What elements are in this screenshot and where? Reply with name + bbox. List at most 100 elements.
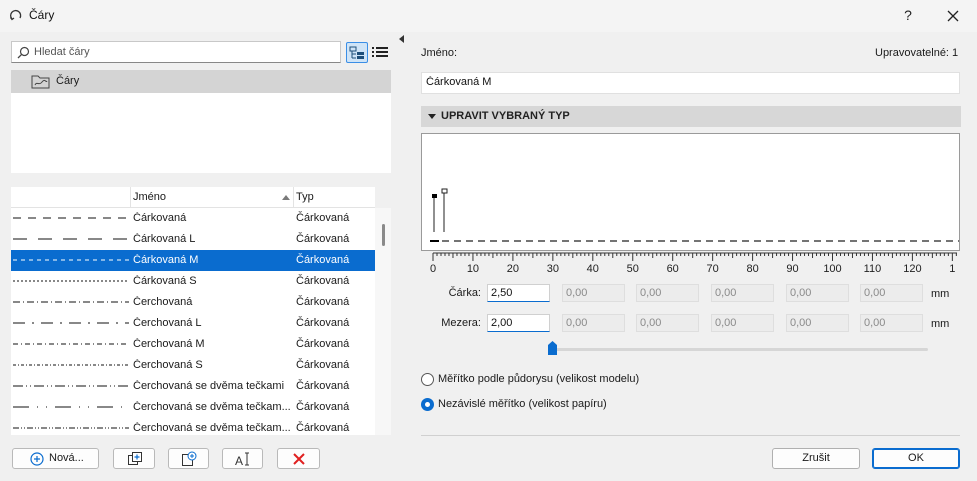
line-pattern-preview-icon [13,385,129,387]
list-item-type: Čárkovaná [296,338,350,350]
dash-input-1[interactable] [491,287,545,299]
delete-icon [293,453,305,465]
slider-handle[interactable] [548,341,557,355]
cancel-button[interactable]: Zrušit [772,448,860,469]
list-item[interactable]: Čárkovaná M Čárkovaná [11,250,375,271]
search-input[interactable] [34,44,334,60]
tree-item-label: Čáry [56,75,80,87]
ruler-tick-label: 80 [746,263,758,275]
gap-handle[interactable] [441,188,448,194]
list-item[interactable]: Čerchovaná M Čárkovaná [11,334,375,355]
list-item-type: Čárkovaná [296,254,350,266]
list-item[interactable]: Čerchovaná se dvěma tečkam... Čárkovaná [11,397,375,418]
dash-field-5 [786,284,849,302]
dash-input-3 [640,287,694,299]
tree-view-button[interactable] [346,42,368,63]
ruler-tick-label: 100 [823,263,841,275]
gap-input-6 [864,317,918,329]
dash-unit: mm [931,288,950,300]
list-item[interactable]: Čerchovaná Čárkovaná [11,292,375,313]
ok-button[interactable]: OK [872,448,960,469]
close-button[interactable] [939,4,967,28]
new-line-button[interactable]: Nová... [12,448,99,469]
list-view-icon [372,47,388,57]
gap-input-5 [790,317,844,329]
tree-view-icon [349,46,364,59]
import-button[interactable] [168,448,209,469]
line-pattern-preview-icon [13,406,129,408]
column-header-type[interactable]: Typ [296,191,314,203]
gap-field-2 [562,314,625,332]
rename-icon: A [235,452,249,467]
ruler-tick-label: 70 [707,263,719,275]
list-item[interactable]: Čerchovaná L Čárkovaná [11,313,375,334]
section-title: UPRAVIT VYBRANÝ TYP [441,110,570,122]
list-item[interactable]: Čerchovaná se dvěma tečkami Čárkovaná [11,376,375,397]
duplicate-button[interactable] [113,448,155,469]
list-scrollbar[interactable] [375,208,391,435]
gap-label: Mezera: [441,317,481,329]
list-item-type: Čárkovaná [296,380,350,392]
ruler-tick-label: 0 [430,263,436,275]
import-icon [182,451,197,466]
gap-input-4 [715,317,769,329]
help-button[interactable]: ? [897,4,919,26]
ruler-tick-label: 60 [667,263,679,275]
dash-field-6 [860,284,923,302]
line-pattern-preview-icon [13,322,129,324]
list-item[interactable]: Čerchovaná S Čárkovaná [11,355,375,376]
list-item-name: Čerchovaná M [133,338,205,350]
edit-section-header[interactable]: UPRAVIT VYBRANÝ TYP [421,106,961,127]
radio-model-scale-button[interactable] [421,373,434,386]
column-separator[interactable] [130,187,131,208]
list-item-name: Čárkovaná S [133,275,197,287]
duplicate-icon [128,452,142,465]
ruler-tick-label: 50 [627,263,639,275]
ruler-tick-label: 40 [587,263,599,275]
list-item[interactable]: Čárkovaná Čárkovaná [11,208,375,229]
list-item[interactable]: Čárkovaná S Čárkovaná [11,271,375,292]
list-item-name: Čárkovaná M [133,254,199,266]
delete-button[interactable] [277,448,320,469]
list-item-type: Čárkovaná [296,359,350,371]
mm-ruler: 0 10 20 30 40 50 60 70 80 90 100 110 120 1 [421,251,961,275]
radio-paper-scale-button[interactable] [421,398,434,411]
tree-panel: Čáry [11,70,391,173]
list-item-name: Čárkovaná L [133,233,196,245]
title-bar: Čáry ? [0,0,977,32]
list-item-type: Čárkovaná [296,233,350,245]
list-item-type: Čárkovaná [296,296,350,308]
ruler-tick-label: 1 [949,263,955,275]
line-pattern-preview-icon [13,280,129,282]
list-item-type: Čárkovaná [296,401,350,413]
tree-item-lines[interactable]: Čáry [11,70,391,93]
radio-paper-scale-label: Nezávislé měřítko (velikost papíru) [438,398,607,410]
column-header-name[interactable]: Jméno [133,191,166,203]
radio-paper-scale[interactable]: Nezávislé měřítko (velikost papíru) [421,396,641,414]
list-item-type: Čárkovaná [296,317,350,329]
list-header: Jméno Typ [11,187,375,208]
list-item-name: Čerchovaná S [133,359,203,371]
list-item[interactable]: Čárkovaná L Čárkovaná [11,229,375,250]
list-item-name: Čerchovaná se dvěma tečkami [133,380,285,392]
gap-field-4 [711,314,774,332]
scrollbar-thumb[interactable] [382,224,385,246]
column-separator[interactable] [293,187,294,208]
collapse-pane-icon[interactable] [399,35,404,43]
list-item-name: Čerchovaná L [133,317,202,329]
gap-input-1[interactable] [491,317,545,329]
ruler-tick-label: 110 [864,263,882,275]
dash-field-1 [487,284,550,302]
name-field [421,72,960,94]
editable-count: Upravovatelné: 1 [875,47,959,59]
list-item-name: Čerchovaná se dvěma tečkam... [133,422,291,434]
list-item[interactable]: Čerchovaná se dvěma tečkam... Čárkovaná [11,418,375,435]
name-label: Jméno: [421,47,458,59]
pattern-slider-track[interactable] [552,348,928,351]
radio-model-scale[interactable]: Měřítko podle půdorysu (velikost modelu) [421,371,681,389]
list-view-button[interactable] [369,42,391,63]
rename-button[interactable]: A [222,448,263,469]
dash-handle[interactable] [432,194,437,198]
dash-field-3 [636,284,699,302]
name-input[interactable] [426,76,946,88]
